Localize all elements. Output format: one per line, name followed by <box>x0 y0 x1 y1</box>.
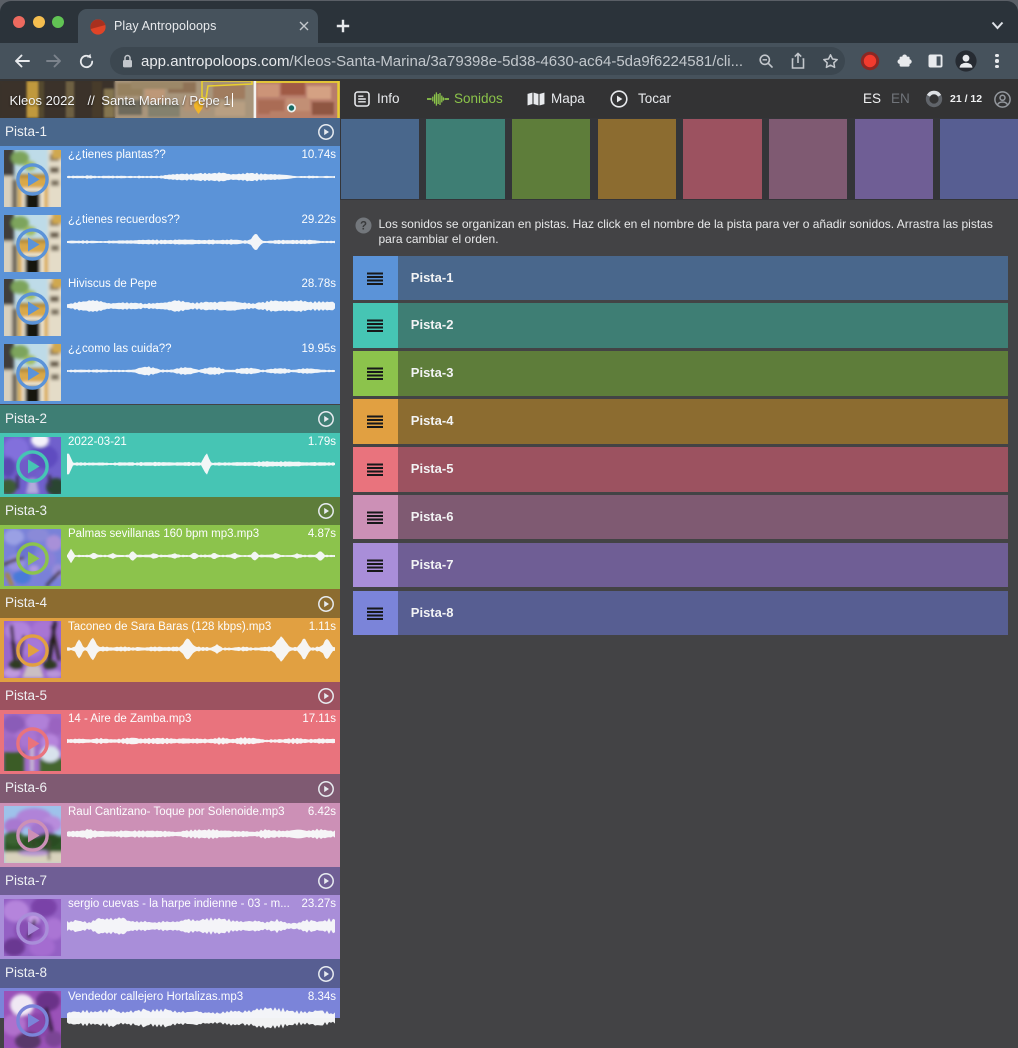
svg-text:?: ? <box>359 221 366 233</box>
